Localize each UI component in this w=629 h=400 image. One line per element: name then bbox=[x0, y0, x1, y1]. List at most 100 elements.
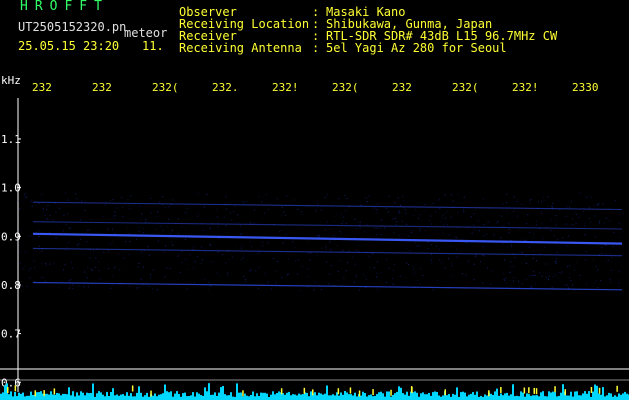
noise-speck bbox=[142, 284, 144, 286]
noise-floor-bar bbox=[380, 391, 382, 400]
noise-speck bbox=[123, 257, 125, 259]
noise-speck bbox=[505, 282, 507, 284]
noise-speck bbox=[596, 204, 598, 206]
noise-speck bbox=[76, 198, 78, 200]
noise-speck bbox=[526, 223, 527, 225]
noise-speck bbox=[543, 196, 545, 198]
noise-speck bbox=[373, 267, 375, 269]
noise-speck bbox=[508, 223, 510, 225]
noise-speck bbox=[58, 287, 60, 289]
noise-floor-spike bbox=[590, 386, 593, 393]
carrier-trace bbox=[32, 247, 623, 257]
noise-speck bbox=[607, 259, 609, 261]
noise-floor-spike bbox=[564, 389, 566, 396]
noise-floor-bar bbox=[352, 395, 354, 400]
noise-floor-bar bbox=[406, 391, 408, 400]
noise-speck bbox=[567, 266, 568, 267]
noise-speck bbox=[456, 237, 458, 238]
noise-floor-bar bbox=[518, 396, 520, 400]
noise-speck bbox=[129, 241, 131, 242]
noise-speck bbox=[166, 226, 168, 227]
noise-speck bbox=[258, 196, 260, 198]
noise-speck bbox=[466, 284, 468, 286]
noise-speck bbox=[562, 237, 564, 239]
noise-speck bbox=[354, 281, 355, 283]
noise-speck bbox=[163, 251, 165, 253]
noise-speck bbox=[378, 280, 380, 281]
noise-speck bbox=[300, 211, 302, 213]
noise-speck bbox=[29, 235, 31, 237]
noise-floor-bar bbox=[40, 391, 42, 400]
noise-speck bbox=[471, 232, 473, 234]
noise-speck bbox=[143, 232, 145, 234]
noise-speck bbox=[208, 281, 210, 283]
noise-floor-bar bbox=[98, 391, 100, 400]
noise-speck bbox=[379, 228, 381, 229]
noise-speck bbox=[404, 277, 406, 279]
noise-speck bbox=[420, 268, 422, 270]
noise-speck bbox=[250, 269, 252, 271]
noise-speck bbox=[169, 268, 171, 270]
noise-speck bbox=[140, 205, 141, 207]
noise-floor-bar bbox=[0, 393, 2, 400]
noise-speck bbox=[480, 261, 482, 263]
noise-speck bbox=[107, 250, 109, 252]
noise-floor-bar bbox=[186, 396, 188, 400]
noise-speck bbox=[286, 195, 288, 197]
noise-floor-bar bbox=[622, 393, 624, 400]
noise-floor-bar bbox=[528, 394, 530, 400]
noise-floor-bar bbox=[170, 391, 172, 400]
noise-floor-bar bbox=[88, 393, 90, 400]
noise-floor-bar bbox=[344, 391, 346, 400]
noise-speck bbox=[432, 289, 434, 291]
noise-speck bbox=[597, 204, 599, 206]
noise-floor-bar bbox=[182, 393, 184, 400]
noise-speck bbox=[348, 250, 350, 252]
noise-floor-bar bbox=[468, 394, 470, 400]
noise-floor-bar bbox=[508, 395, 510, 400]
noise-floor-bar bbox=[90, 393, 92, 400]
noise-speck bbox=[68, 241, 70, 243]
noise-speck bbox=[308, 276, 310, 278]
noise-floor-bar bbox=[232, 396, 234, 400]
noise-speck bbox=[226, 208, 227, 210]
noise-speck bbox=[585, 196, 587, 198]
noise-floor-bar bbox=[190, 395, 192, 400]
noise-speck bbox=[130, 195, 132, 197]
noise-speck bbox=[283, 211, 285, 213]
noise-speck bbox=[265, 193, 267, 195]
noise-speck bbox=[87, 229, 89, 231]
noise-speck bbox=[140, 219, 142, 221]
noise-speck bbox=[284, 214, 286, 216]
noise-speck bbox=[419, 230, 421, 232]
noise-floor-bar bbox=[626, 393, 628, 400]
noise-speck bbox=[309, 259, 311, 261]
noise-speck bbox=[281, 277, 283, 279]
noise-floor-bar bbox=[346, 392, 348, 400]
noise-speck bbox=[347, 262, 348, 264]
noise-speck bbox=[211, 261, 213, 263]
noise-speck bbox=[497, 220, 499, 222]
noise-speck bbox=[67, 280, 69, 282]
noise-speck bbox=[207, 289, 209, 291]
noise-speck bbox=[189, 254, 191, 256]
x-tick-label: 232( bbox=[332, 81, 359, 94]
noise-speck bbox=[592, 286, 594, 287]
noise-floor-bar bbox=[586, 393, 588, 400]
noise-floor-bar bbox=[18, 392, 20, 400]
noise-speck bbox=[419, 245, 421, 247]
noise-floor-bar bbox=[526, 393, 528, 400]
noise-speck bbox=[53, 263, 55, 265]
noise-speck bbox=[377, 261, 378, 263]
noise-speck bbox=[121, 266, 123, 268]
noise-speck bbox=[541, 275, 543, 277]
noise-speck bbox=[618, 282, 620, 284]
noise-speck bbox=[203, 247, 205, 249]
noise-speck bbox=[25, 251, 27, 253]
noise-speck bbox=[267, 280, 269, 282]
noise-speck bbox=[110, 199, 112, 201]
noise-floor-bar bbox=[558, 395, 560, 400]
noise-speck bbox=[185, 212, 187, 214]
noise-speck bbox=[525, 255, 527, 257]
noise-speck bbox=[512, 265, 514, 267]
